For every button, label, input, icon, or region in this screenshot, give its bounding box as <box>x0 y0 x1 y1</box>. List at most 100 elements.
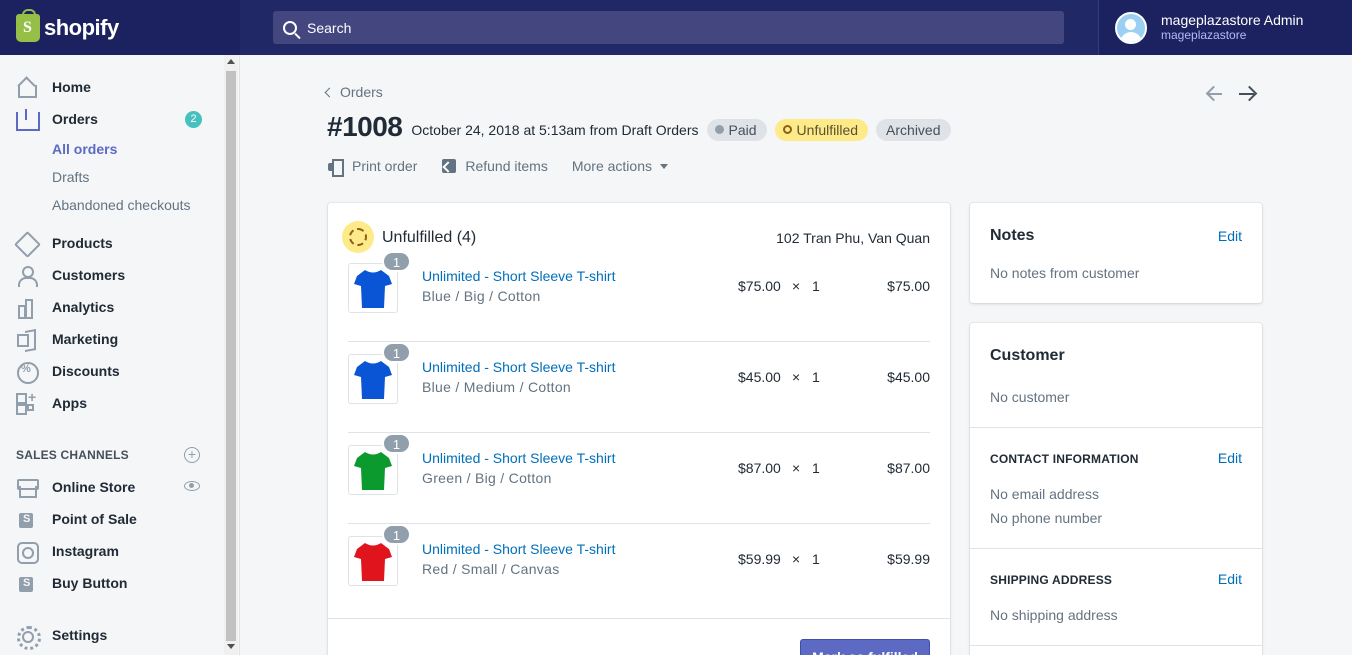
gear-icon <box>16 625 41 650</box>
top-bar: S shopify mageplazastore Admin mageplaza… <box>0 0 1352 55</box>
sidebar-item-discounts[interactable]: Discounts <box>16 359 208 384</box>
paid-dot-icon <box>714 125 724 134</box>
sidebar-item-point-of-sale[interactable]: Point of Sale <box>16 507 208 531</box>
print-order-button[interactable]: Print order <box>328 158 418 177</box>
quantity: 1 <box>812 369 820 385</box>
discount-icon <box>16 361 39 384</box>
scroll-down-arrow-icon[interactable] <box>227 644 235 649</box>
tshirt-image <box>354 543 392 581</box>
store-icon <box>16 477 39 498</box>
shipping-edit-link[interactable]: Edit <box>1218 571 1242 587</box>
divider <box>970 427 1262 428</box>
product-link[interactable]: Unlimited - Short Sleeve T-shirt <box>422 450 615 466</box>
bar-chart-icon <box>16 297 36 319</box>
user-menu[interactable]: mageplazastore Admin mageplazastore <box>1098 0 1352 55</box>
apps-icon: + <box>16 390 36 415</box>
search-icon <box>283 20 297 35</box>
order-date: October 24, 2018 at 5:13am from Draft Or… <box>411 121 699 138</box>
more-actions-dropdown[interactable]: More actions <box>572 158 668 174</box>
times-sign: × <box>792 278 801 294</box>
customer-title: Customer <box>990 347 1065 364</box>
sidebar-item-analytics[interactable]: Analytics <box>16 295 208 319</box>
person-icon <box>16 265 38 287</box>
product-link[interactable]: Unlimited - Short Sleeve T-shirt <box>422 359 615 375</box>
search-bar[interactable] <box>273 11 1064 44</box>
order-pagination <box>1205 84 1257 104</box>
archived-status-badge: Archived <box>876 118 951 141</box>
sidebar-scrollbar[interactable] <box>224 55 238 655</box>
notes-text: No notes from customer <box>990 265 1140 281</box>
product-link[interactable]: Unlimited - Short Sleeve T-shirt <box>422 268 615 284</box>
avatar <box>1115 11 1147 44</box>
next-order-arrow-icon[interactable] <box>1237 84 1257 104</box>
sidebar-item-products[interactable]: Products <box>16 231 208 255</box>
divider <box>328 618 950 619</box>
store-name: mageplazastore <box>1161 28 1247 42</box>
notes-edit-link[interactable]: Edit <box>1218 228 1242 244</box>
sidebar-item-label: Home <box>52 79 91 95</box>
sidebar-item-apps[interactable]: + Apps <box>16 390 208 415</box>
sidebar-item-buy-button[interactable]: Buy Button <box>16 571 208 595</box>
quantity-badge: 1 <box>382 251 411 272</box>
sidebar-subitem-abandoned-checkouts[interactable]: Abandoned checkouts <box>52 197 191 213</box>
unfulfilled-ring-icon <box>782 125 792 134</box>
sidebar-item-orders[interactable]: Orders <box>16 107 208 131</box>
sidebar-item-label: Analytics <box>52 299 115 315</box>
sidebar <box>0 55 240 655</box>
sidebar-subitem-all-orders[interactable]: All orders <box>52 141 117 157</box>
quantity-badge: 1 <box>382 433 411 454</box>
sidebar-item-label: Apps <box>52 395 87 411</box>
unfulfilled-title: Unfulfilled (4) <box>382 229 477 246</box>
view-store-eye-icon[interactable] <box>184 481 200 491</box>
page-title: #1008 <box>327 111 403 142</box>
mark-as-fulfilled-button[interactable]: Mark as fulfilled <box>800 639 930 655</box>
line-total: $59.99 <box>887 551 930 567</box>
orders-icon <box>16 109 40 131</box>
add-channel-icon[interactable]: + <box>184 447 200 463</box>
order-actions: Print order Refund items More actions <box>328 158 692 177</box>
sidebar-item-marketing[interactable]: Marketing <box>16 327 208 351</box>
sidebar-subitem-drafts[interactable]: Drafts <box>52 169 89 185</box>
sidebar-item-label: Instagram <box>52 543 119 559</box>
sidebar-item-customers[interactable]: Customers <box>16 263 208 287</box>
contact-info-heading: CONTACT INFORMATION <box>990 452 1139 466</box>
quantity-badge: 1 <box>382 524 411 545</box>
previous-order-arrow-icon[interactable] <box>1205 84 1225 104</box>
line-total: $45.00 <box>887 369 930 385</box>
line-item: 1 Unlimited - Short Sleeve T-shirt Blue … <box>348 342 930 433</box>
quantity: 1 <box>812 460 820 476</box>
sales-channels-heading: SALES CHANNELS <box>16 448 129 462</box>
sidebar-item-online-store[interactable]: Online Store <box>16 475 208 499</box>
divider <box>970 548 1262 549</box>
unfulfilled-icon <box>342 221 374 253</box>
breadcrumb-back-orders[interactable]: Orders <box>324 84 383 100</box>
print-order-label: Print order <box>352 158 418 174</box>
sidebar-item-label: Settings <box>52 627 108 643</box>
refund-items-label: Refund items <box>465 158 548 174</box>
line-total: $75.00 <box>887 278 930 294</box>
refund-items-button[interactable]: Refund items <box>441 158 548 174</box>
line-item: 1 Unlimited - Short Sleeve T-shirt Red /… <box>348 524 930 615</box>
sidebar-item-label: Orders <box>52 111 98 127</box>
sidebar-item-instagram[interactable]: Instagram <box>16 539 208 564</box>
shopify-logo[interactable]: S shopify <box>0 0 240 55</box>
tshirt-image <box>354 270 392 308</box>
breadcrumb-label: Orders <box>340 84 383 100</box>
sidebar-item-home[interactable]: Home <box>16 75 208 99</box>
unit-price: $45.00 <box>738 369 781 385</box>
scroll-up-arrow-icon[interactable] <box>227 59 235 64</box>
times-sign: × <box>792 551 801 567</box>
times-sign: × <box>792 369 801 385</box>
refund-icon <box>441 158 457 174</box>
contact-edit-link[interactable]: Edit <box>1218 450 1242 466</box>
product-variant: Blue / Medium / Cotton <box>422 379 571 395</box>
unit-price: $75.00 <box>738 278 781 294</box>
sidebar-item-settings[interactable]: Settings <box>16 623 208 650</box>
product-variant: Blue / Big / Cotton <box>422 288 541 304</box>
unit-price: $59.99 <box>738 551 781 567</box>
orders-count-badge: 2 <box>185 111 202 128</box>
search-input[interactable] <box>307 19 1007 36</box>
scrollbar-thumb[interactable] <box>226 71 236 641</box>
product-link[interactable]: Unlimited - Short Sleeve T-shirt <box>422 541 615 557</box>
line-total: $87.00 <box>887 460 930 476</box>
